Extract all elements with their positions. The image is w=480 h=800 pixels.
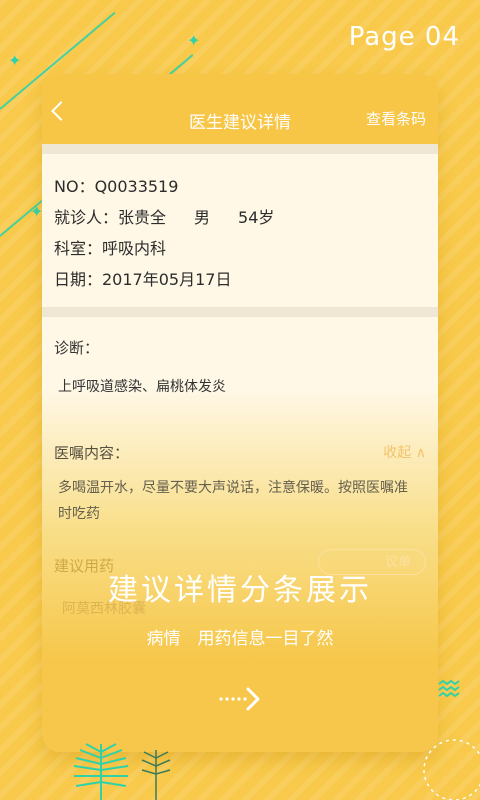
leaf-decoration-icon <box>141 750 171 800</box>
advice-text-line1: 多喝温开水，尽量不要大声说话，注意保暖。按照医嘱准 <box>58 480 408 496</box>
advice-section: 医嘱内容： 收起 ∧ 多喝温开水，尽量不要大声说话，注意保暖。按照医嘱准 时吃药 <box>42 396 438 523</box>
visitor-label: 就诊人： <box>54 208 119 227</box>
visit-date: 日期：2017年05月17日 <box>54 270 232 289</box>
divider <box>42 307 438 317</box>
patient-row: 就诊人：张贵全 男 54岁 <box>54 202 426 233</box>
dashed-circle-decoration <box>423 739 480 800</box>
diagnosis-section: 诊断： 上呼吸道感染、扁桃体发炎 <box>42 317 438 396</box>
diagnosis-text: 上呼吸道感染、扁桃体发炎 <box>58 379 226 395</box>
collapse-toggle[interactable]: 收起 ∧ <box>383 442 426 462</box>
patient-gender: 男 <box>194 208 211 227</box>
feature-title: 建议详情分条展示 <box>108 573 372 608</box>
phone-card: 医生建议详情 查看条码 NO：Q0033519 就诊人：张贵全 男 54岁 科室：呼… <box>42 74 438 752</box>
content-area: NO：Q0033519 就诊人：张贵全 男 54岁 科室：呼吸内科 日期：2017年… <box>42 144 438 752</box>
sparkle-icon: ✦ <box>187 31 201 50</box>
view-barcode-link[interactable]: 查看条码 <box>366 108 426 129</box>
sparkle-icon: ✦ <box>8 51 22 70</box>
patient-info: NO：Q0033519 就诊人：张贵全 男 54岁 科室：呼吸内科 日期：2017年… <box>42 154 438 307</box>
diagnosis-label: 诊断： <box>54 339 100 357</box>
wave-decoration-icon <box>438 680 460 698</box>
feature-subtitle: 病情 用药信息一目了然 <box>146 629 334 649</box>
patient-age: 54岁 <box>238 208 275 227</box>
leaf-decoration-icon <box>73 743 129 800</box>
record-number: NO：Q0033519 <box>54 177 179 196</box>
advice-label: 医嘱内容： <box>54 444 130 462</box>
department: 科室：呼吸内科 <box>54 239 167 258</box>
advice-text-line2: 时吃药 <box>58 506 100 522</box>
next-arrow-icon[interactable] <box>218 686 262 712</box>
page-indicator: Page 04 <box>348 22 460 52</box>
patient-name: 张贵全 <box>118 208 167 227</box>
divider <box>42 144 438 154</box>
app-header: 医生建议详情 查看条码 <box>42 74 438 144</box>
